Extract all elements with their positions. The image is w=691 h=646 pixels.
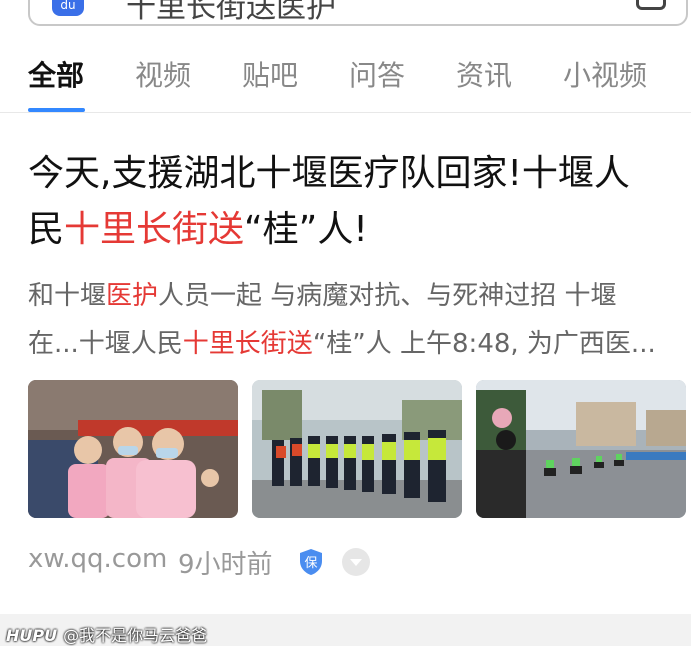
- snippet-text: “桂”人 上午8:48, 为广西医...: [312, 329, 656, 359]
- snippet-highlight: 十里长街送: [182, 329, 313, 359]
- shield-label: 保: [304, 556, 317, 571]
- result-image-1[interactable]: [28, 380, 238, 518]
- watermark-user: @我不是你马云爸爸: [63, 626, 208, 645]
- publish-time: 9小时前: [178, 550, 273, 580]
- shield-icon[interactable]: 保: [298, 548, 324, 576]
- result-title-line: 民十里长街送“桂”人!: [28, 202, 668, 258]
- title-text: “桂”人!: [244, 209, 368, 250]
- watermark-brand: HUPU: [6, 626, 58, 645]
- search-bar[interactable]: du 十里长街送医护: [28, 0, 688, 26]
- search-input[interactable]: 十里长街送医护: [126, 0, 336, 26]
- snippet-line: 在...十堰人民十里长街送“桂”人 上午8:48, 为广西医...: [28, 320, 668, 368]
- title-highlight: 十里长街送: [64, 209, 245, 250]
- tab-tieba[interactable]: 贴吧: [242, 54, 298, 94]
- police-line-photo: [252, 380, 462, 518]
- tab-bar: 全部 视频 贴吧 问答 资讯 小视频: [0, 44, 691, 113]
- result-title-link[interactable]: 今天,支援湖北十堰医疗队回家!十堰人 民十里长街送“桂”人!: [28, 146, 668, 258]
- snippet-line: 和十堰医护人员一起 与病魔对抗、与死神过招 十堰: [28, 272, 668, 320]
- medical-team-photo: [28, 380, 238, 518]
- baidu-logo-icon: du: [52, 0, 84, 16]
- watermark: HUPU @我不是你马云爸爸: [6, 622, 207, 646]
- tab-all[interactable]: 全部: [28, 54, 84, 94]
- title-text: 民: [28, 209, 65, 250]
- tab-video[interactable]: 视频: [135, 54, 191, 94]
- snippet-text: 在...十堰人民: [28, 329, 183, 359]
- active-tab-indicator: [28, 108, 85, 112]
- result-image-3[interactable]: [476, 380, 686, 518]
- result-title-line: 今天,支援湖北十堰医疗队回家!十堰人: [28, 153, 630, 194]
- result-snippet: 和十堰医护人员一起 与病魔对抗、与死神过招 十堰 在...十堰人民十里长街送“桂…: [28, 272, 668, 368]
- tab-qa[interactable]: 问答: [349, 54, 405, 94]
- tab-news[interactable]: 资讯: [456, 54, 512, 94]
- snippet-highlight: 医护: [106, 281, 159, 311]
- snippet-text: 人员一起 与病魔对抗、与死神过招 十堰: [158, 281, 617, 311]
- result-image-2[interactable]: [252, 380, 462, 518]
- source-domain: xw.qq.com: [28, 544, 168, 574]
- tab-short-video[interactable]: 小视频: [563, 54, 647, 94]
- motorcade-photo: [476, 380, 686, 518]
- camera-icon[interactable]: [636, 0, 666, 10]
- chevron-down-icon[interactable]: [342, 548, 370, 576]
- snippet-text: 和十堰: [28, 281, 107, 311]
